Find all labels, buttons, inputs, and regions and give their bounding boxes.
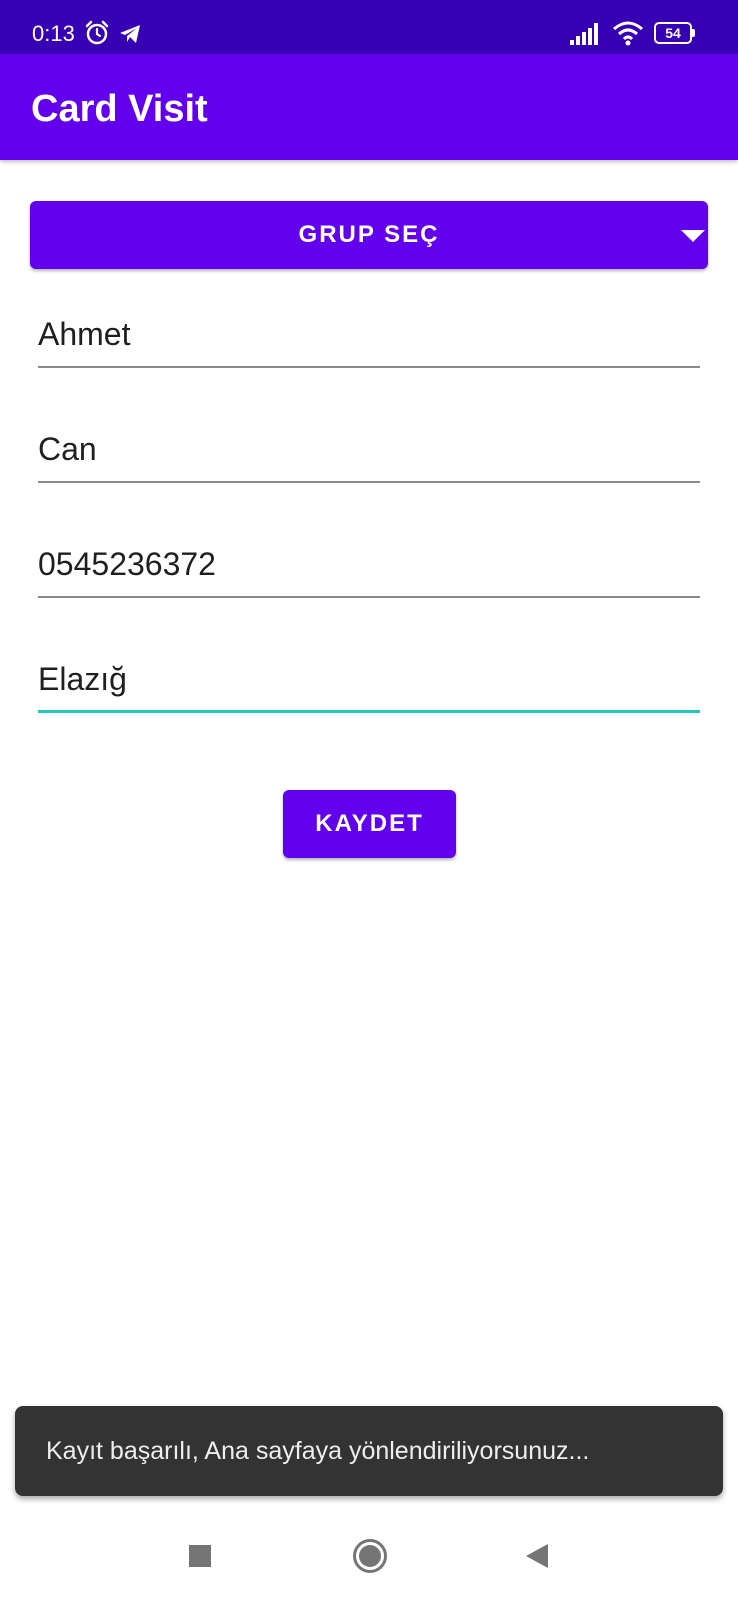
app-bar: Card Visit <box>0 54 738 160</box>
screen: 0:13 54 Card Visit GRUP SEÇ Ahmet Can 05… <box>0 0 738 1600</box>
last-name-field[interactable]: Can <box>38 423 700 483</box>
city-value: Elazığ <box>38 661 127 697</box>
first-name-field[interactable]: Ahmet <box>38 308 700 368</box>
navigation-bar <box>0 1512 738 1600</box>
app-title: Card Visit <box>31 88 208 130</box>
status-bar: 0:13 54 <box>0 0 738 54</box>
last-name-value: Can <box>38 431 97 467</box>
wifi-icon <box>613 21 643 46</box>
group-select-label: GRUP SEÇ <box>298 221 440 248</box>
signal-icon <box>570 23 598 45</box>
phone-value: 0545236372 <box>38 546 216 582</box>
battery-icon: 54 <box>654 22 696 44</box>
chevron-down-icon <box>681 230 705 242</box>
status-time: 0:13 <box>32 21 75 46</box>
recents-icon[interactable] <box>188 1544 212 1568</box>
group-select-spinner[interactable]: GRUP SEÇ <box>30 201 708 269</box>
first-name-value: Ahmet <box>38 316 131 352</box>
phone-field[interactable]: 0545236372 <box>38 538 700 598</box>
back-icon[interactable] <box>524 1542 550 1570</box>
home-icon[interactable] <box>352 1538 388 1574</box>
snackbar: Kayıt başarılı, Ana sayfaya yönlendirili… <box>15 1406 723 1496</box>
battery-level: 54 <box>654 22 692 44</box>
snackbar-message: Kayıt başarılı, Ana sayfaya yönlendirili… <box>46 1437 590 1465</box>
save-button[interactable]: KAYDET <box>283 790 456 858</box>
city-field[interactable]: Elazığ <box>38 653 700 713</box>
telegram-icon <box>120 25 140 43</box>
alarm-icon <box>85 20 109 45</box>
